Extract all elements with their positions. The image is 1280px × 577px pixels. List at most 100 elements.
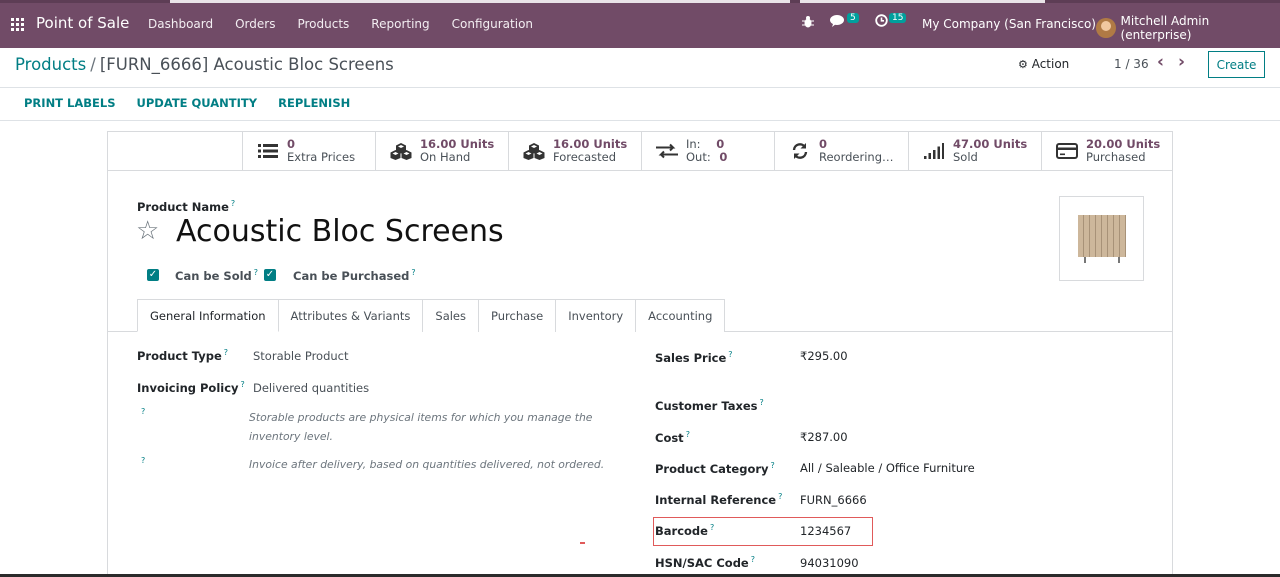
- action-label: Action: [1031, 57, 1070, 71]
- extra-prices-label: Extra Prices: [287, 150, 356, 164]
- help-icon[interactable]: ?: [254, 268, 258, 277]
- avatar: [1096, 18, 1116, 38]
- refresh-icon: [789, 142, 811, 160]
- cubes-icon: [523, 142, 545, 160]
- tab-sales[interactable]: Sales: [423, 299, 479, 332]
- internal-reference-field[interactable]: FURN_6666: [800, 493, 867, 507]
- bug-icon[interactable]: [802, 15, 814, 29]
- invoicing-policy-label: Invoicing Policy?: [137, 380, 245, 395]
- favorite-star-icon[interactable]: ☆: [136, 216, 159, 246]
- product-name-field[interactable]: Acoustic Bloc Screens: [176, 214, 504, 249]
- product-category-field[interactable]: All / Saleable / Office Furniture: [800, 461, 975, 475]
- purchased-button[interactable]: 20.00 Units Purchased: [1041, 132, 1173, 170]
- pager-prev-icon[interactable]: ‹: [1157, 52, 1164, 72]
- pager-value[interactable]: 1 / 36: [1114, 57, 1149, 71]
- activities-button[interactable]: 15: [875, 13, 907, 30]
- help-icon[interactable]: ?: [728, 350, 732, 359]
- can-be-sold-checkbox[interactable]: ✓: [147, 269, 159, 281]
- cost-label: Cost?: [655, 430, 690, 445]
- help-icon[interactable]: ?: [224, 348, 228, 357]
- in-out-button[interactable]: In: 0 Out: 0: [641, 132, 774, 170]
- menu-orders[interactable]: Orders: [235, 17, 275, 31]
- in-value: 0: [716, 137, 725, 151]
- action-button[interactable]: ⚙ Action: [1018, 57, 1069, 71]
- messages-button[interactable]: 5: [830, 13, 859, 30]
- invoicing-policy-field[interactable]: Delivered quantities: [253, 381, 369, 395]
- product-type-help-text: Storable products are physical items for…: [249, 411, 593, 443]
- sold-value: 47.00 Units: [953, 137, 1028, 151]
- menu-configuration[interactable]: Configuration: [452, 17, 533, 31]
- help-icon[interactable]: ?: [771, 461, 775, 470]
- signal-icon: [923, 142, 945, 160]
- chat-icon: [830, 14, 846, 30]
- help-icon[interactable]: ?: [241, 380, 245, 389]
- tab-purchase[interactable]: Purchase: [479, 299, 557, 332]
- tab-inventory[interactable]: Inventory: [556, 299, 637, 332]
- update-quantity-button[interactable]: UPDATE QUANTITY: [137, 96, 258, 110]
- hsn-code-field[interactable]: 94031090: [800, 556, 859, 570]
- product-type-field[interactable]: Storable Product: [253, 349, 349, 363]
- cost-field[interactable]: ₹287.00: [800, 430, 848, 444]
- company-switcher[interactable]: My Company (San Francisco): [922, 17, 1096, 31]
- help-icon[interactable]: ?: [751, 555, 755, 564]
- app-brand[interactable]: Point of Sale: [36, 14, 129, 32]
- breadcrumb: Products / [FURN_6666] Acoustic Bloc Scree…: [15, 55, 394, 74]
- forecasted-button[interactable]: 16.00 Units Forecasted: [508, 132, 641, 170]
- customer-taxes-label: Customer Taxes?: [655, 398, 764, 413]
- help-icon[interactable]: ?: [686, 430, 690, 439]
- clock-icon: [875, 14, 888, 30]
- annotation-mark: [580, 542, 585, 544]
- messages-badge: 5: [847, 13, 859, 23]
- replenish-button[interactable]: REPLENISH: [278, 96, 350, 110]
- tab-attributes-variants[interactable]: Attributes & Variants: [278, 299, 424, 332]
- purchased-value: 20.00 Units: [1086, 137, 1161, 151]
- menu-dashboard[interactable]: Dashboard: [148, 17, 213, 31]
- breadcrumb-products-link[interactable]: Products: [15, 55, 86, 74]
- help-icon[interactable]: ?: [141, 407, 145, 416]
- out-label: Out:: [686, 150, 711, 164]
- form-header-buttons: PRINT LABELS UPDATE QUANTITY REPLENISH: [0, 96, 350, 110]
- menu-products[interactable]: Products: [297, 17, 349, 31]
- help-icon[interactable]: ?: [141, 456, 145, 465]
- product-image[interactable]: [1059, 196, 1144, 281]
- reordering-label: Reordering…: [819, 150, 894, 164]
- help-icon[interactable]: ?: [760, 398, 764, 407]
- menu-reporting[interactable]: Reporting: [371, 17, 429, 31]
- forecasted-label: Forecasted: [553, 150, 617, 164]
- sales-price-label: Sales Price?: [655, 350, 733, 365]
- print-labels-button[interactable]: PRINT LABELS: [24, 96, 116, 110]
- purchased-label: Purchased: [1086, 150, 1146, 164]
- activities-badge: 15: [889, 13, 907, 23]
- top-navbar: Point of Sale Dashboard Orders Products …: [0, 0, 1280, 48]
- apps-grid-icon[interactable]: [11, 18, 24, 31]
- on-hand-button[interactable]: 16.00 Units On Hand: [375, 132, 508, 170]
- sold-button[interactable]: 47.00 Units Sold: [908, 132, 1041, 170]
- pager-next-icon[interactable]: ›: [1178, 52, 1185, 72]
- smart-buttons: 0 Extra Prices 16.00 Units On Hand 16.00 U…: [108, 132, 1172, 171]
- forecasted-value: 16.00 Units: [553, 137, 628, 151]
- help-icon[interactable]: ?: [231, 199, 235, 208]
- reordering-value: 0: [819, 137, 828, 151]
- divider: [0, 120, 1280, 121]
- help-icon[interactable]: ?: [411, 268, 415, 277]
- extra-prices-button[interactable]: 0 Extra Prices: [242, 132, 376, 170]
- user-menu[interactable]: Mitchell Admin (enterprise): [1096, 14, 1280, 42]
- divider: [0, 87, 1280, 88]
- main-menu: Dashboard Orders Products Reporting Conf…: [148, 17, 555, 31]
- sold-label: Sold: [953, 150, 978, 164]
- tab-accounting[interactable]: Accounting: [636, 299, 726, 332]
- form-tabs: General Information Attributes & Variant…: [137, 299, 726, 332]
- help-icon[interactable]: ?: [778, 492, 782, 501]
- cubes-icon: [390, 142, 412, 160]
- out-value: 0: [719, 150, 728, 164]
- barcode-highlight-box: [653, 517, 873, 546]
- sales-price-field[interactable]: ₹295.00: [800, 349, 848, 363]
- can-be-sold-label: Can be Sold?: [175, 268, 259, 283]
- create-button[interactable]: Create: [1208, 51, 1265, 78]
- can-be-purchased-checkbox[interactable]: ✓: [264, 269, 276, 281]
- reordering-button[interactable]: 0 Reordering…: [774, 132, 908, 170]
- invoicing-policy-help-text: Invoice after delivery, based on quantit…: [249, 458, 605, 471]
- extra-prices-value: 0: [287, 137, 296, 151]
- tab-general-information[interactable]: General Information: [137, 299, 279, 332]
- credit-card-icon: [1056, 142, 1078, 160]
